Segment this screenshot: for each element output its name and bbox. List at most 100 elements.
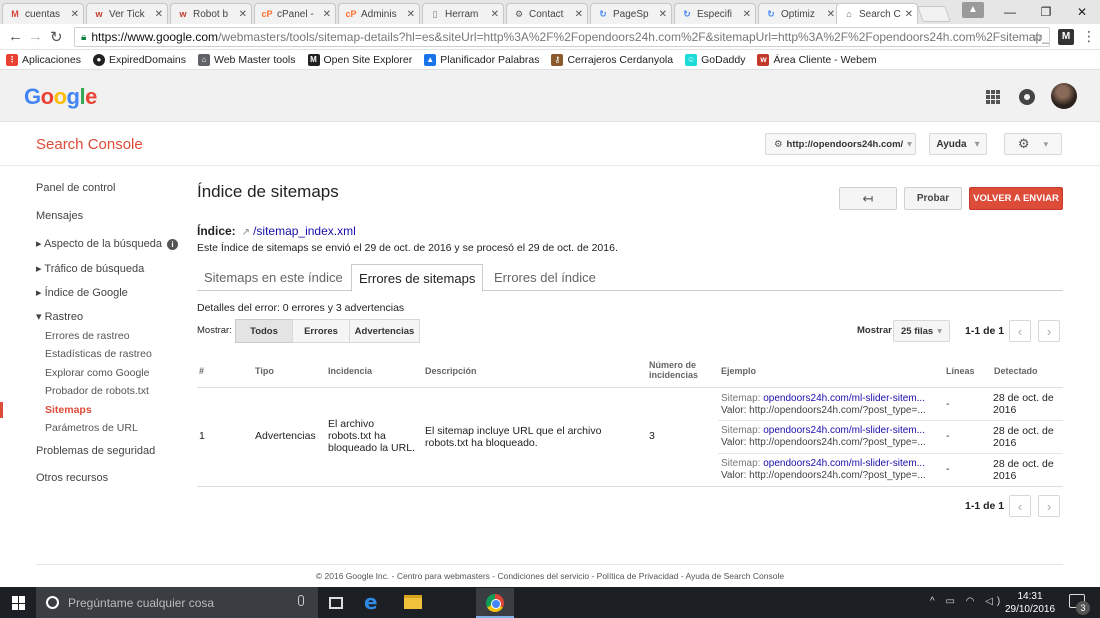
sidebar-item-fetch-as-google[interactable]: Explorar como Google [45,367,149,379]
new-tab-button[interactable] [917,6,951,22]
edge-icon[interactable]: e [364,590,384,614]
sidebar-item-search-traffic[interactable]: ▸ Tráfico de búsqueda [36,262,144,275]
browser-tab[interactable]: ↻ PageSp ✕ [590,3,672,24]
column-header-count[interactable]: Número de incidencias [649,360,698,380]
next-page-button[interactable]: › [1038,495,1060,517]
browser-tab-active[interactable]: ⌂ Search C ✕ [836,3,918,24]
tab-sitemap-errors[interactable]: Errores de sitemaps [351,264,484,292]
task-view-icon[interactable] [329,597,343,609]
tab-sitemaps-in-index[interactable]: Sitemaps en este índice [197,264,350,291]
previous-page-button[interactable]: ‹ [1009,495,1031,517]
browser-tab[interactable]: ↻ Especifi ✕ [674,3,756,24]
close-icon[interactable]: ✕ [575,9,583,20]
bookmark-apps[interactable]: ⋮ Aplicaciones [6,53,81,66]
column-header-example[interactable]: Ejemplo [721,366,756,376]
sidebar-item-robots-tester[interactable]: Probador de robots.txt [45,385,149,397]
windows-start-icon[interactable] [12,596,26,610]
sidebar-item-crawl-errors[interactable]: Errores de rastreo [45,330,130,342]
site-selector[interactable]: ⚙ http://opendoors24h.com/ ▾ [765,133,916,155]
column-header-type[interactable]: Tipo [255,366,274,376]
sidebar-item-crawl[interactable]: ▾ Rastreo [36,310,83,323]
sidebar-item-messages[interactable]: Mensajes [36,210,83,222]
taskbar-search[interactable]: Pregúntame cualquier cosa [36,587,318,618]
microphone-icon[interactable] [298,595,304,606]
sitemap-link[interactable]: opendoors24h.com/ml-slider-sitem... [763,458,925,469]
column-header-detected[interactable]: Detectado [994,366,1038,376]
clock[interactable]: 14:31 29/10/2016 [1000,590,1060,616]
system-tray-icons[interactable]: ^ ▭ ◠ ◁) [930,596,1004,607]
avatar[interactable] [1051,83,1077,109]
filter-errors-button[interactable]: Errores [292,319,350,343]
rows-per-page-select[interactable]: 25 filas ▾ [893,320,950,342]
sidebar-item-other-resources[interactable]: Otros recursos [36,472,108,484]
bookmark-godaddy[interactable]: ☺ GoDaddy [685,53,745,66]
close-icon[interactable]: ✕ [491,9,499,20]
browser-menu-icon[interactable]: ⋮ [1082,28,1096,45]
sidebar-item-google-index[interactable]: ▸ Índice de Google [36,286,128,299]
close-window-icon[interactable]: ✕ [1064,0,1100,24]
google-logo[interactable]: Google [24,84,97,110]
column-header-issue[interactable]: Incidencia [328,366,372,376]
browser-tab[interactable]: cP Adminis ✕ [338,3,420,24]
close-icon[interactable]: ✕ [659,9,667,20]
info-icon[interactable]: i [167,239,179,250]
settings-button[interactable]: ⚙ ▾ [1004,133,1062,155]
browser-tab[interactable]: w Robot b ✕ [170,3,252,24]
bookmark-keyword-planner[interactable]: ▲ Planificador Palabras [424,53,539,66]
extension-icon[interactable]: M [1058,29,1074,45]
close-icon[interactable]: ✕ [239,9,247,20]
close-icon[interactable]: ✕ [323,9,331,20]
back-button[interactable]: ↤ [839,187,897,210]
bookmark-open-site-explorer[interactable]: M Open Site Explorer [307,53,412,66]
file-explorer-icon[interactable] [404,595,422,609]
close-icon[interactable]: ✕ [743,9,751,20]
browser-tab[interactable]: ⚙ Contact ✕ [506,3,588,24]
test-button[interactable]: Probar [904,187,962,210]
profile-icon[interactable]: ▲ [962,2,984,18]
filter-all-button[interactable]: Todos [235,319,293,343]
restore-icon[interactable]: ❐ [1028,0,1064,24]
filter-warnings-button[interactable]: Advertencias [349,319,420,343]
column-header-number[interactable]: # [199,366,204,376]
minimize-icon[interactable]: — [992,0,1028,24]
browser-tab[interactable]: ▯ Herram ✕ [422,3,504,24]
sidebar-item-sitemaps[interactable]: Sitemaps [45,404,92,416]
google-apps-icon[interactable] [986,90,1000,104]
forward-icon[interactable]: → [28,28,43,45]
column-header-lines[interactable]: Líneas [946,366,975,376]
sidebar-item-url-parameters[interactable]: Parámetros de URL [45,422,138,434]
close-icon[interactable]: ✕ [71,9,79,20]
sidebar-item-security-issues[interactable]: Problemas de seguridad [36,445,155,457]
bookmark-expireddomains[interactable]: ● ExpiredDomains [92,53,186,66]
address-bar[interactable]: 🔒︎ https://www.google.com /webmasters/to… [74,27,1050,47]
close-icon[interactable]: ✕ [407,9,415,20]
notifications-icon[interactable] [1019,89,1035,105]
close-icon[interactable]: ✕ [827,9,835,20]
bookmark-webempresa[interactable]: w Área Cliente - Webem [757,53,877,66]
next-page-button[interactable]: › [1038,320,1060,342]
sitemap-index-link[interactable]: /sitemap_index.xml [253,224,356,238]
back-icon[interactable]: ← [8,28,23,45]
browser-tab[interactable]: Mcuentas ✕ [2,3,84,24]
bookmark-webmaster-tools[interactable]: ⌂ Web Master tools [198,53,296,66]
sidebar-item-search-appearance[interactable]: ▸ Aspecto de la búsqueda i [36,237,179,250]
sidebar-item-dashboard[interactable]: Panel de control [36,182,116,194]
column-header-description[interactable]: Descripción [425,366,477,376]
browser-tab[interactable]: ↻ Optimiz ✕ [758,3,840,24]
chrome-icon[interactable] [476,588,514,618]
external-link-icon[interactable]: ↗ [242,227,250,238]
close-icon[interactable]: ✕ [905,9,913,20]
product-title[interactable]: Search Console [36,136,143,153]
sitemap-link[interactable]: opendoors24h.com/ml-slider-sitem... [763,393,925,404]
bookmark-cerrajeros[interactable]: ⚷ Cerrajeros Cerdanyola [551,53,673,66]
close-icon[interactable]: ✕ [155,9,163,20]
tab-index-errors[interactable]: Errores del índice [487,264,603,291]
resubmit-button[interactable]: VOLVER A ENVIAR [969,187,1063,210]
browser-tab[interactable]: w Ver Tick ✕ [86,3,168,24]
browser-tab[interactable]: cP cPanel - ✕ [254,3,336,24]
bookmark-star-icon[interactable]: ☆ [1031,29,1043,45]
sitemap-link[interactable]: opendoors24h.com/ml-slider-sitem... [763,425,925,436]
previous-page-button[interactable]: ‹ [1009,320,1031,342]
reload-icon[interactable]: ↻ [50,28,63,46]
help-button[interactable]: Ayuda ▾ [929,133,987,155]
